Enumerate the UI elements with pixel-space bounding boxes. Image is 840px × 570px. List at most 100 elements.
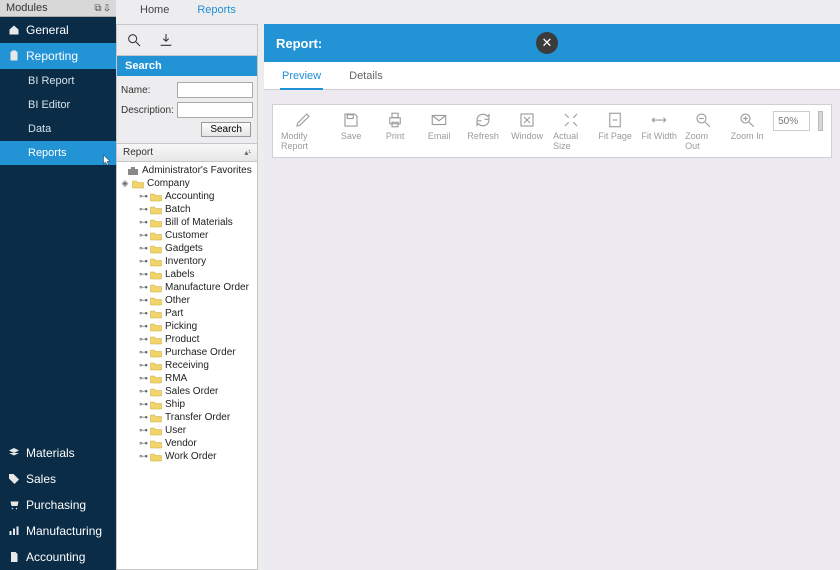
sidebar-item-reports[interactable]: Reports	[0, 141, 116, 165]
expand-icon[interactable]: ⊶	[139, 217, 147, 228]
actual-size-button[interactable]: Actual Size	[553, 111, 589, 151]
tree-item[interactable]: ⊶Accounting	[117, 190, 257, 203]
tree-label: Purchase Order	[165, 347, 236, 358]
search-icon[interactable]	[125, 31, 143, 49]
expand-icon[interactable]: ⊶	[139, 282, 147, 293]
download-icon[interactable]	[157, 31, 175, 49]
fit-width-button[interactable]: Fit Width	[641, 111, 677, 141]
expand-icon[interactable]: ⊶	[139, 360, 147, 371]
tree-item[interactable]: ⊶Picking	[117, 320, 257, 333]
panel-toolbar	[117, 25, 257, 56]
folder-icon	[150, 400, 162, 410]
expand-icon[interactable]: ⊶	[139, 308, 147, 319]
expand-icon[interactable]: ⊶	[139, 425, 147, 436]
description-label: Description:	[121, 105, 175, 116]
module-reporting[interactable]: Reporting	[0, 43, 116, 69]
tree-item[interactable]: ⊶Product	[117, 333, 257, 346]
tree-item[interactable]: ⊶Part	[117, 307, 257, 320]
tree-item[interactable]: ⊶Inventory	[117, 255, 257, 268]
print-button[interactable]: Print	[377, 111, 413, 141]
expand-icon[interactable]: ⊶	[139, 204, 147, 215]
name-input[interactable]	[177, 82, 253, 98]
module-label: Purchasing	[26, 498, 86, 512]
report-tree: Administrator's Favorites ◈ Company ⊶Acc…	[117, 162, 257, 569]
tree-item[interactable]: ⊶RMA	[117, 372, 257, 385]
tree-label: Transfer Order	[165, 412, 230, 423]
module-materials[interactable]: Materials	[0, 440, 116, 466]
tree-item[interactable]: ⊶ Transfer Order	[117, 411, 257, 424]
sidebar-item-bi-report[interactable]: BI Report	[26, 69, 116, 93]
tree-item[interactable]: ⊶Bill of Materials	[117, 216, 257, 229]
module-general[interactable]: General	[0, 17, 116, 43]
expand-icon[interactable]: ⊶	[139, 412, 147, 423]
tree-item[interactable]: ⊶Work Order	[117, 450, 257, 463]
sidebar-item-bi-editor[interactable]: BI Editor	[26, 93, 116, 117]
fit-page-button[interactable]: Fit Page	[597, 111, 633, 141]
save-button[interactable]: Save	[333, 111, 369, 141]
refresh-button[interactable]: Refresh	[465, 111, 501, 141]
tree-label: Company	[147, 178, 190, 189]
tree-favorites[interactable]: Administrator's Favorites	[117, 164, 257, 177]
module-purchasing[interactable]: Purchasing	[0, 492, 116, 518]
folder-icon	[150, 413, 162, 423]
zoom-out-button[interactable]: Zoom Out	[685, 111, 721, 151]
expand-icon[interactable]: ⊶	[139, 438, 147, 449]
tree-company[interactable]: ◈ Company	[117, 177, 257, 190]
tree-item[interactable]: ⊶Vendor	[117, 437, 257, 450]
search-tree-panel: Search Name: Description: Search Re	[116, 24, 258, 570]
folder-icon	[150, 205, 162, 215]
expand-icon[interactable]: ⊶	[139, 373, 147, 384]
tree-item[interactable]: ⊶Ship	[117, 398, 257, 411]
tab-preview[interactable]: Preview	[280, 66, 323, 90]
expand-icon[interactable]: ◈	[121, 178, 129, 189]
tree-item[interactable]: ⊶Other	[117, 294, 257, 307]
tree-item[interactable]: ⊶Gadgets	[117, 242, 257, 255]
search-button[interactable]: Search	[201, 122, 251, 137]
tree-item[interactable]: ⊶Manufacture Order	[117, 281, 257, 294]
expand-icon[interactable]: ⊶	[139, 347, 147, 358]
breadcrumb-home[interactable]: Home	[140, 4, 169, 16]
expand-icon[interactable]: ⊶	[139, 295, 147, 306]
folder-icon	[150, 387, 162, 397]
reporting-submenu: BI Report BI Editor Data Reports	[0, 69, 116, 165]
expand-icon[interactable]: ⊶	[139, 269, 147, 280]
breadcrumb-reports[interactable]: Reports	[197, 4, 236, 16]
expand-icon[interactable]: ⊶	[139, 399, 147, 410]
close-button[interactable]: ✕	[536, 32, 558, 54]
tree-item[interactable]: ⊶Batch	[117, 203, 257, 216]
zoom-value-input[interactable]: 50%	[773, 111, 810, 131]
tree-item[interactable]: ⊶ Labels	[117, 268, 257, 281]
tree-item[interactable]: ⊶Sales Order	[117, 385, 257, 398]
tree-header[interactable]: Report ▴¹	[117, 143, 257, 162]
expand-icon[interactable]: ⊶	[139, 386, 147, 397]
expand-icon[interactable]: ⊶	[139, 243, 147, 254]
module-manufacturing[interactable]: Manufacturing	[0, 518, 116, 544]
report-viewer: Report: ✕ Preview Details Modify Report …	[264, 24, 840, 570]
pin-icon[interactable]: ⧉ ⇩	[94, 3, 110, 14]
module-sales[interactable]: Sales	[0, 466, 116, 492]
modify-report-button[interactable]: Modify Report	[281, 111, 325, 151]
expand-icon[interactable]: ⊶	[139, 334, 147, 345]
window-button[interactable]: Window	[509, 111, 545, 141]
tree-item[interactable]: ⊶Customer	[117, 229, 257, 242]
zoom-slider[interactable]	[818, 111, 823, 131]
zoom-in-button[interactable]: Zoom In	[729, 111, 765, 141]
tree-item[interactable]: ⊶Receiving	[117, 359, 257, 372]
expand-icon[interactable]: ⊶	[139, 191, 147, 202]
tree-item[interactable]: ⊶User	[117, 424, 257, 437]
description-input[interactable]	[177, 102, 253, 118]
expand-icon[interactable]: ⊶	[139, 451, 147, 462]
folder-icon	[150, 361, 162, 371]
folder-icon	[150, 452, 162, 462]
email-button[interactable]: Email	[421, 111, 457, 141]
tab-details[interactable]: Details	[347, 66, 385, 89]
main-column: Home Reports Search Name: Description:	[116, 0, 840, 570]
sidebar-item-data[interactable]: Data	[26, 117, 116, 141]
expand-icon[interactable]: ⊶	[139, 256, 147, 267]
expand-icon[interactable]: ⊶	[139, 321, 147, 332]
panel-title: Search	[117, 56, 257, 76]
tree-label: Labels	[165, 269, 194, 280]
module-accounting[interactable]: Accounting	[0, 544, 116, 570]
expand-icon[interactable]: ⊶	[139, 230, 147, 241]
tree-item[interactable]: ⊶ Purchase Order	[117, 346, 257, 359]
